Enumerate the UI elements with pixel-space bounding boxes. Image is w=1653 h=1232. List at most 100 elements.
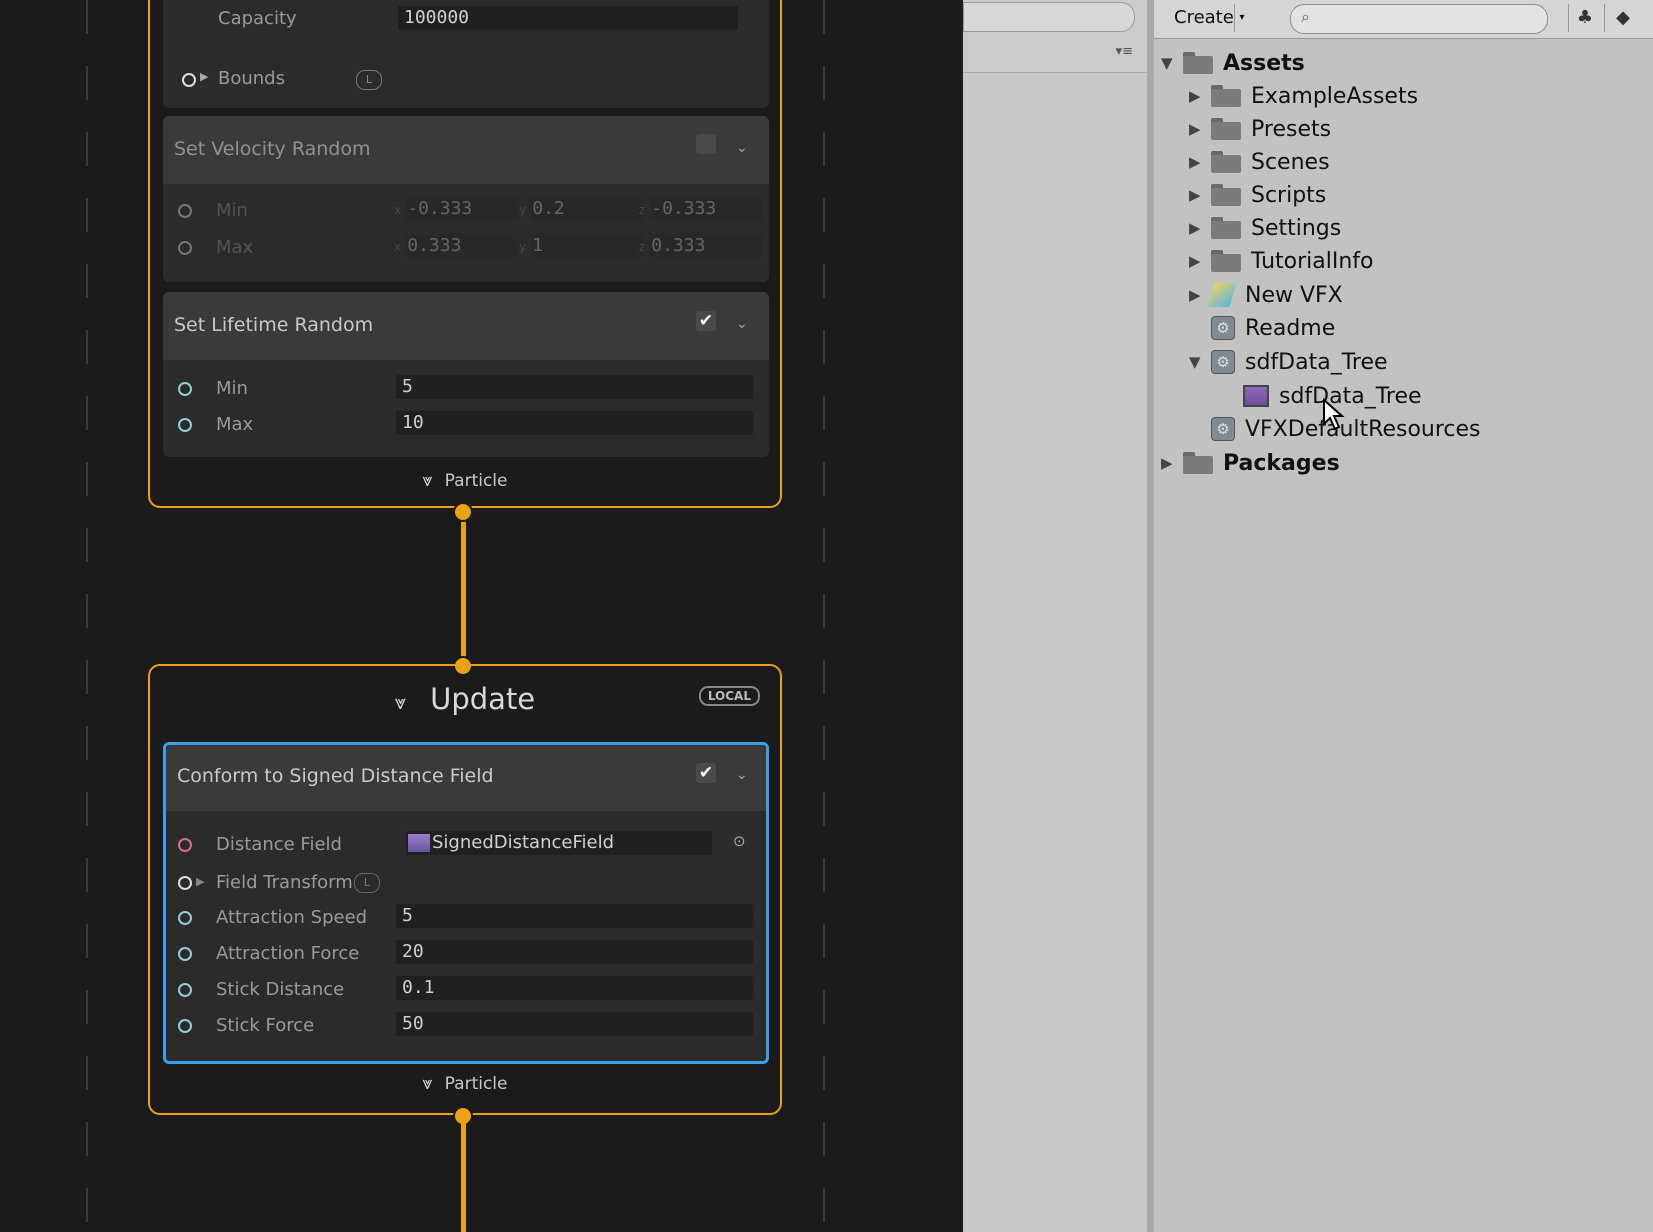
set-lifetime-random-block[interactable]: Set Lifetime Random ✔ ⌄ Min 5 Max 10 (163, 292, 769, 457)
block-header[interactable]: Set Velocity Random ⌄ (163, 116, 769, 184)
tree-item-settings[interactable]: ▶ Settings (1189, 213, 1341, 243)
flow-output-port[interactable] (453, 502, 473, 522)
attraction-force-field[interactable]: 20 (396, 940, 753, 964)
stick-distance-port[interactable] (178, 983, 192, 997)
tree-item-new-vfx[interactable]: ▶ New VFX (1189, 280, 1343, 310)
bounds-port[interactable] (182, 73, 196, 87)
expanded-arrow-icon[interactable]: ▼ (1189, 353, 1211, 371)
filter-by-type-icon[interactable]: ♣ (1568, 4, 1601, 32)
chevron-down-icon[interactable]: ⌄ (736, 767, 748, 783)
axis-x-label: x (394, 203, 402, 217)
tree-item-assets[interactable]: ▼ Assets (1161, 48, 1305, 78)
min-y-field[interactable]: y 0.2 (519, 197, 643, 221)
collapsed-arrow-icon[interactable]: ▶ (1189, 153, 1211, 171)
block-title: Set Lifetime Random (174, 314, 374, 336)
tree-item-readme[interactable]: ⚙ Readme (1211, 313, 1335, 343)
flow-wire[interactable] (461, 510, 466, 662)
max-z-field[interactable]: z 0.333 (638, 234, 762, 258)
tree-item-label: Scenes (1251, 149, 1330, 175)
tree-item-scenes[interactable]: ▶ Scenes (1189, 147, 1330, 177)
set-velocity-random-block[interactable]: Set Velocity Random ⌄ Min x -0.333 y 0.2 z… (163, 116, 769, 282)
filter-by-label-icon[interactable]: ◆ (1604, 4, 1641, 32)
block-enable-checkbox[interactable] (696, 134, 716, 154)
folder-icon (1211, 85, 1241, 107)
attraction-speed-label: Attraction Speed (216, 907, 368, 928)
collapsed-arrow-icon[interactable]: ▶ (1189, 252, 1211, 270)
tree-item-label: sdfData_Tree (1279, 383, 1422, 409)
tree-item-label: VFXDefaultResources (1245, 416, 1481, 442)
object-picker-icon[interactable]: ⊙ (733, 832, 746, 850)
collapsed-arrow-icon[interactable]: ▶ (1189, 219, 1211, 237)
collapsed-arrow-icon[interactable]: ▶ (1189, 186, 1211, 204)
flow-wire[interactable] (461, 1118, 466, 1232)
tree-item-presets[interactable]: ▶ Presets (1189, 114, 1331, 144)
distance-field-value: SignedDistanceField (432, 832, 615, 853)
panel-divider[interactable] (1147, 0, 1154, 1232)
capacity-field[interactable]: 100000 (398, 6, 738, 30)
field-transform-port[interactable] (178, 876, 192, 890)
max-label: Max (216, 414, 254, 435)
max-x-field[interactable]: x 0.333 (394, 234, 518, 258)
min-port[interactable] (178, 382, 192, 396)
space-badge[interactable]: L (354, 873, 380, 893)
tree-item-label: Assets (1223, 50, 1305, 76)
max-port[interactable] (178, 418, 192, 432)
distance-field-port[interactable] (178, 838, 192, 852)
chevron-down-icon[interactable]: ⌄ (736, 140, 748, 156)
expand-triangle-icon[interactable]: ▶ (196, 875, 204, 888)
particle-icon: ⩔ (394, 690, 407, 714)
collapsed-arrow-icon[interactable]: ▶ (1189, 87, 1211, 105)
min-port[interactable] (178, 204, 192, 218)
max-port[interactable] (178, 241, 192, 255)
hierarchy-search-input[interactable] (963, 2, 1135, 32)
space-local-badge[interactable]: LOCAL (698, 686, 760, 706)
attraction-force-port[interactable] (178, 947, 192, 961)
initialize-settings: Capacity 100000 ▶ Bounds L (163, 0, 769, 108)
axis-y-label: y (519, 203, 527, 217)
attraction-speed-field[interactable]: 5 (396, 904, 753, 928)
expanded-arrow-icon[interactable]: ▼ (1161, 54, 1183, 72)
stick-distance-field[interactable]: 0.1 (396, 976, 753, 1000)
update-title-text: Update (430, 682, 536, 716)
expand-triangle-icon[interactable]: ▶ (200, 70, 208, 83)
chevron-down-icon[interactable]: ⌄ (736, 316, 748, 332)
panel-menu-icon[interactable]: ▾≡ (1116, 44, 1133, 59)
axis-y-label: y (519, 240, 527, 254)
distance-field-object-field[interactable]: SignedDistanceField (406, 831, 712, 855)
tree-item-sdfdata-tree[interactable]: ▼ ⚙ sdfData_Tree (1189, 347, 1388, 377)
stick-force-port[interactable] (178, 1019, 192, 1033)
collapsed-arrow-icon[interactable]: ▶ (1189, 120, 1211, 138)
stick-distance-label: Stick Distance (216, 979, 345, 1000)
stick-force-field[interactable]: 50 (396, 1012, 753, 1036)
block-enable-checkbox[interactable]: ✔ (696, 763, 716, 783)
grid-line (823, 0, 825, 1232)
block-header[interactable]: Conform to Signed Distance Field ✔ ⌄ (166, 745, 766, 811)
attraction-speed-port[interactable] (178, 911, 192, 925)
min-field[interactable]: 5 (396, 375, 753, 399)
project-search-input[interactable]: ⌕ (1290, 4, 1548, 34)
stick-distance-row: Stick Distance 0.1 (166, 973, 766, 1007)
block-header[interactable]: Set Lifetime Random ✔ ⌄ (163, 292, 769, 360)
max-y-field[interactable]: y1 (519, 234, 643, 258)
tree-item-tutorialinfo[interactable]: ▶ TutorialInfo (1189, 246, 1374, 276)
create-dropdown[interactable]: Create ▾ (1164, 4, 1255, 32)
collapsed-arrow-icon[interactable]: ▶ (1161, 454, 1183, 472)
min-x-field[interactable]: x -0.333 (394, 197, 518, 221)
max-field[interactable]: 10 (396, 411, 753, 435)
velocity-max-row: Max x 0.333 y1 z 0.333 (163, 231, 769, 265)
field-transform-row: ▶ Field Transform L (166, 866, 766, 900)
space-badge[interactable]: L (356, 70, 382, 90)
conform-to-sdf-block[interactable]: Conform to Signed Distance Field ✔ ⌄ Dis… (163, 742, 769, 1064)
tree-item-exampleassets[interactable]: ▶ ExampleAssets (1189, 81, 1418, 111)
collapsed-arrow-icon[interactable]: ▶ (1189, 286, 1211, 304)
tree-item-scripts[interactable]: ▶ Scripts (1189, 180, 1326, 210)
folder-icon (1211, 250, 1241, 272)
min-label: Min (216, 200, 248, 221)
tree-item-packages[interactable]: ▶ Packages (1161, 448, 1340, 478)
particle-label: Particle (444, 471, 508, 491)
min-z-value: -0.333 (651, 198, 717, 219)
asset-icon: ⚙ (1211, 316, 1235, 340)
block-enable-checkbox[interactable]: ✔ (696, 311, 716, 331)
vfx-graph-canvas[interactable]: Capacity 100000 ▶ Bounds L Set Velocity … (0, 0, 963, 1232)
min-z-field[interactable]: z -0.333 (638, 197, 762, 221)
